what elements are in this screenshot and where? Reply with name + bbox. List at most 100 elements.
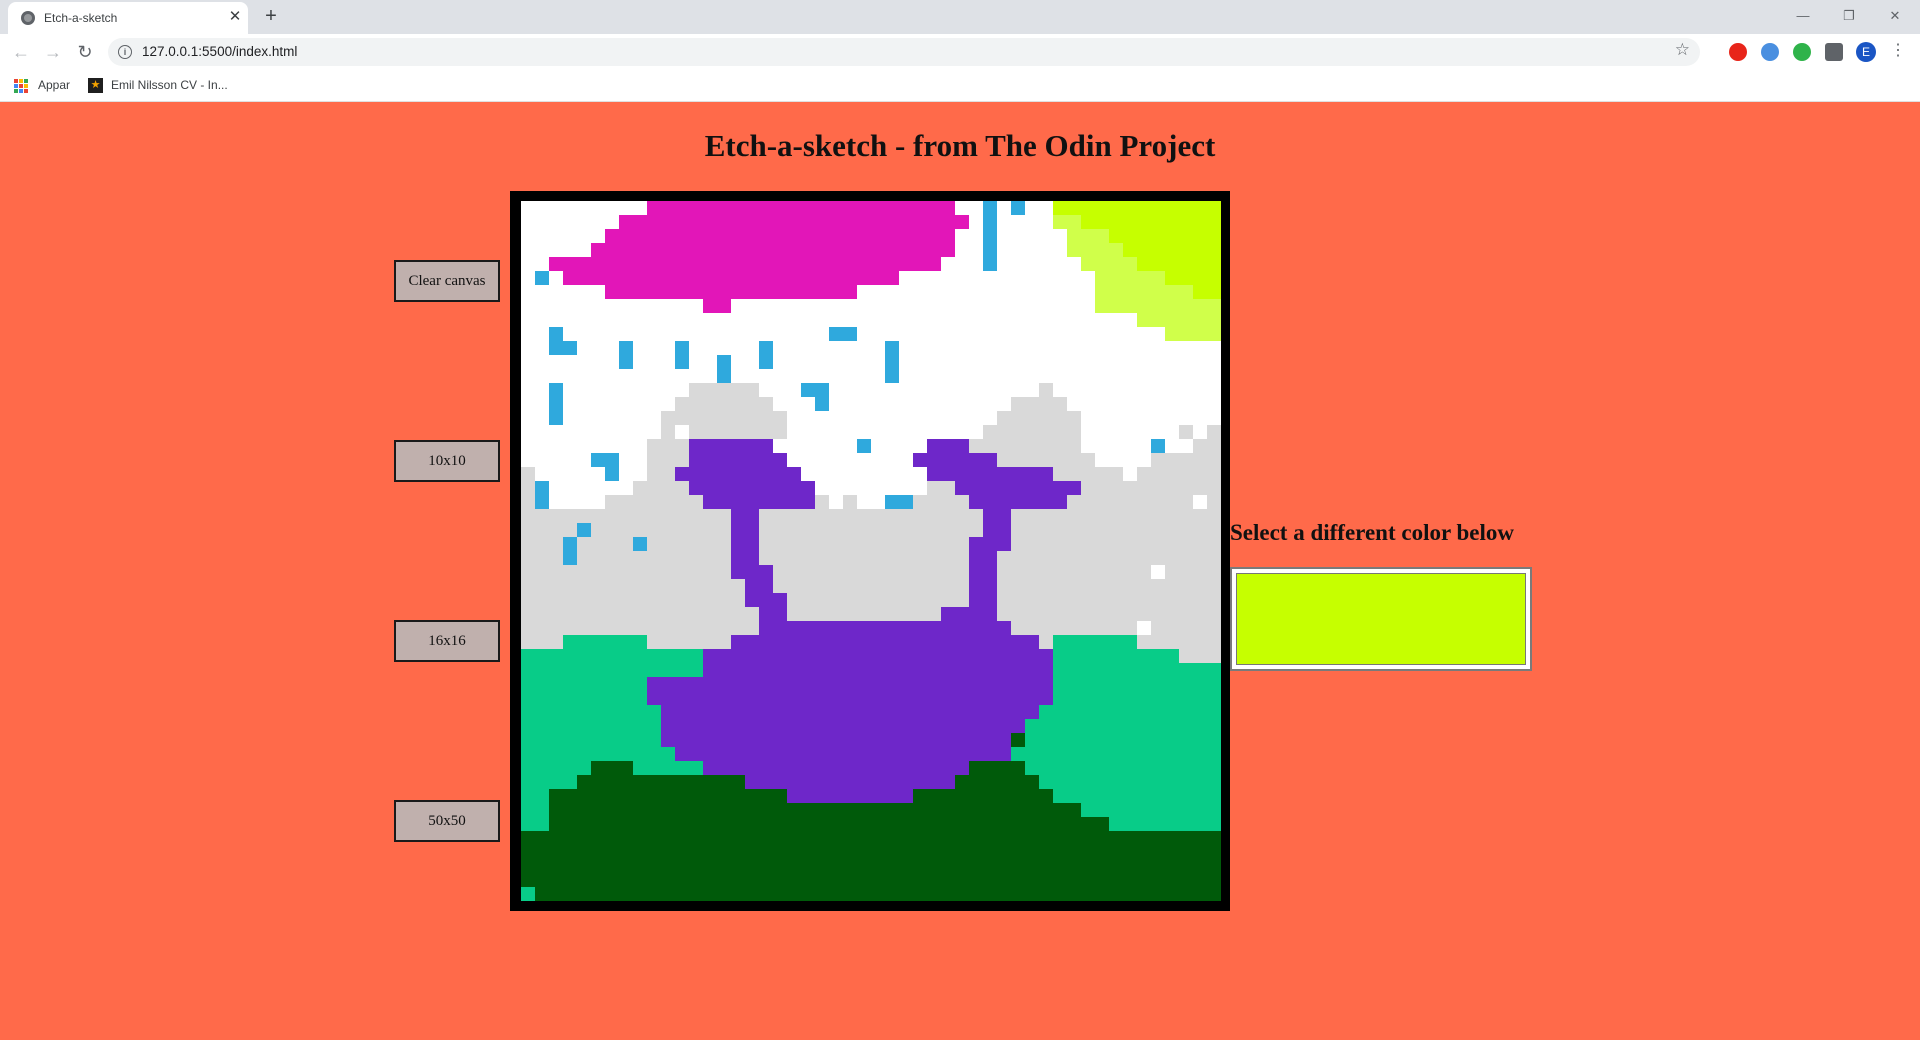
grid-cell[interactable] (983, 341, 998, 356)
grid-cell[interactable] (913, 243, 928, 258)
grid-cell[interactable] (1067, 551, 1082, 566)
grid-cell[interactable] (955, 859, 970, 874)
grid-cell[interactable] (983, 579, 998, 594)
grid-cell[interactable] (871, 593, 886, 608)
grid-cell[interactable] (1011, 411, 1026, 426)
grid-cell[interactable] (1109, 537, 1124, 552)
grid-cell[interactable] (913, 467, 928, 482)
grid-cell[interactable] (955, 523, 970, 538)
grid-cell[interactable] (535, 257, 550, 272)
grid-cell[interactable] (787, 789, 802, 804)
grid-cell[interactable] (1123, 383, 1138, 398)
grid-cell[interactable] (941, 229, 956, 244)
grid-cell[interactable] (745, 285, 760, 300)
grid-cell[interactable] (857, 845, 872, 860)
grid-cell[interactable] (535, 383, 550, 398)
grid-cell[interactable] (731, 845, 746, 860)
grid-cell[interactable] (927, 551, 942, 566)
grid-cell[interactable] (1039, 467, 1054, 482)
grid-cell[interactable] (1123, 859, 1138, 874)
grid-cell[interactable] (577, 439, 592, 454)
grid-cell[interactable] (871, 691, 886, 706)
grid-cell[interactable] (1179, 299, 1194, 314)
grid-cell[interactable] (619, 887, 634, 901)
grid-cell[interactable] (1039, 229, 1054, 244)
grid-cell[interactable] (1011, 663, 1026, 678)
grid-cell[interactable] (745, 327, 760, 342)
grid-cell[interactable] (941, 887, 956, 901)
grid-cell[interactable] (787, 425, 802, 440)
grid-cell[interactable] (759, 817, 774, 832)
grid-cell[interactable] (731, 313, 746, 328)
grid-cell[interactable] (899, 607, 914, 622)
grid-cell[interactable] (871, 243, 886, 258)
grid-cell[interactable] (955, 621, 970, 636)
grid-cell[interactable] (549, 887, 564, 901)
grid-cell[interactable] (577, 299, 592, 314)
grid-cell[interactable] (633, 775, 648, 790)
grid-cell[interactable] (983, 369, 998, 384)
grid-cell[interactable] (577, 523, 592, 538)
grid-cell[interactable] (773, 621, 788, 636)
grid-cell[interactable] (1025, 509, 1040, 524)
grid-cell[interactable] (675, 355, 690, 370)
grid-cell[interactable] (675, 887, 690, 901)
grid-cell[interactable] (787, 509, 802, 524)
grid-cell[interactable] (1011, 747, 1026, 762)
grid-cell[interactable] (983, 467, 998, 482)
grid-cell[interactable] (801, 719, 816, 734)
grid-cell[interactable] (689, 775, 704, 790)
grid-cell[interactable] (647, 607, 662, 622)
grid-cell[interactable] (787, 565, 802, 580)
grid-cell[interactable] (955, 761, 970, 776)
grid-cell[interactable] (521, 243, 536, 258)
grid-cell[interactable] (577, 327, 592, 342)
grid-cell[interactable] (689, 523, 704, 538)
grid-cell[interactable] (1193, 243, 1208, 258)
grid-cell[interactable] (969, 607, 984, 622)
grid-cell[interactable] (1109, 873, 1124, 888)
grid-cell[interactable] (1025, 411, 1040, 426)
grid-cell[interactable] (563, 817, 578, 832)
grid-cell[interactable] (1011, 887, 1026, 901)
grid-cell[interactable] (563, 341, 578, 356)
grid-cell[interactable] (899, 859, 914, 874)
grid-cell[interactable] (941, 201, 956, 216)
grid-cell[interactable] (1025, 803, 1040, 818)
grid-cell[interactable] (1137, 327, 1152, 342)
grid-cell[interactable] (577, 425, 592, 440)
grid-cell[interactable] (521, 313, 536, 328)
grid-cell[interactable] (1067, 285, 1082, 300)
grid-cell[interactable] (759, 313, 774, 328)
grid-cell[interactable] (1137, 523, 1152, 538)
grid-cell[interactable] (1109, 313, 1124, 328)
grid-cell[interactable] (1039, 327, 1054, 342)
grid-cell[interactable] (997, 425, 1012, 440)
grid-cell[interactable] (1207, 313, 1221, 328)
grid-cell[interactable] (1011, 551, 1026, 566)
grid-cell[interactable] (563, 201, 578, 216)
grid-cell[interactable] (801, 705, 816, 720)
grid-cell[interactable] (899, 481, 914, 496)
grid-cell[interactable] (521, 369, 536, 384)
grid-cell[interactable] (1123, 467, 1138, 482)
grid-cell[interactable] (591, 635, 606, 650)
grid-cell[interactable] (619, 607, 634, 622)
grid-cell[interactable] (787, 215, 802, 230)
grid-cell[interactable] (1081, 215, 1096, 230)
grid-cell[interactable] (703, 593, 718, 608)
grid-cell[interactable] (787, 313, 802, 328)
grid-cell[interactable] (927, 397, 942, 412)
grid-cell[interactable] (703, 817, 718, 832)
grid-cell[interactable] (577, 565, 592, 580)
grid-cell[interactable] (535, 677, 550, 692)
grid-cell[interactable] (619, 537, 634, 552)
grid-cell[interactable] (563, 271, 578, 286)
grid-cell[interactable] (563, 859, 578, 874)
grid-cell[interactable] (521, 887, 536, 901)
grid-cell[interactable] (717, 719, 732, 734)
grid-cell[interactable] (885, 341, 900, 356)
grid-cell[interactable] (661, 271, 676, 286)
grid-cell[interactable] (983, 313, 998, 328)
grid-cell[interactable] (563, 257, 578, 272)
